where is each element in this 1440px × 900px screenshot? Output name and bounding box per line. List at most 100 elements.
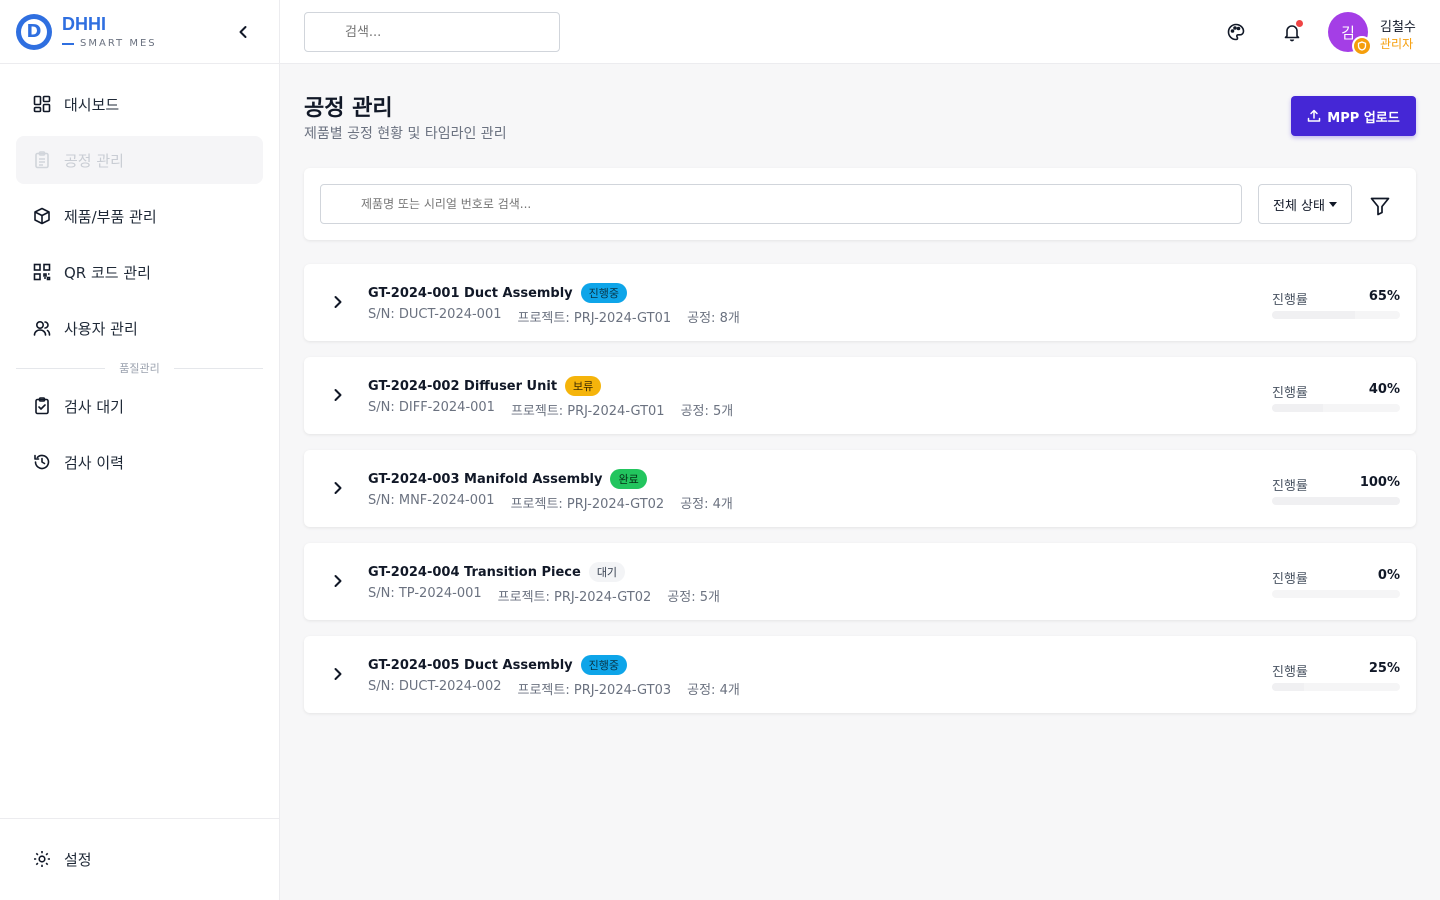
product-name: GT-2024-005 Duct Assembly bbox=[368, 657, 573, 673]
sidebar-item-process[interactable]: 공정 관리 bbox=[16, 136, 263, 184]
sidebar-item-label: 검사 대기 bbox=[64, 397, 124, 416]
progress-label: 진행률 bbox=[1272, 386, 1308, 401]
notifications-button[interactable] bbox=[1282, 20, 1303, 42]
clipboard-icon bbox=[32, 150, 52, 170]
status-badge: 완료 bbox=[610, 469, 647, 489]
progress-label: 진행률 bbox=[1272, 479, 1308, 494]
product-name: GT-2024-001 Duct Assembly bbox=[368, 285, 573, 301]
status-filter-select[interactable]: 전체 상태 bbox=[1258, 184, 1352, 224]
logo-letter: D bbox=[21, 18, 47, 45]
admin-shield-icon bbox=[1352, 36, 1372, 56]
step-count: 공정: 5개 bbox=[680, 404, 734, 419]
sidebar-item-dashboard[interactable]: 대시보드 bbox=[16, 80, 263, 128]
section-label: 품질관리 bbox=[119, 362, 160, 375]
progress-value: 100% bbox=[1359, 475, 1400, 490]
status-badge: 진행중 bbox=[580, 283, 628, 303]
qr-icon bbox=[32, 262, 52, 282]
theme-button[interactable] bbox=[1226, 22, 1246, 42]
progress-bar bbox=[1272, 311, 1400, 319]
filter-button[interactable] bbox=[1368, 194, 1392, 218]
dashboard-icon bbox=[32, 94, 52, 114]
users-icon bbox=[32, 318, 52, 338]
status-filter-label: 전체 상태 bbox=[1273, 198, 1325, 214]
progress-value: 40% bbox=[1368, 382, 1400, 397]
progress-value: 0% bbox=[1377, 568, 1400, 583]
global-search-input[interactable] bbox=[304, 12, 560, 52]
progress-label: 진행률 bbox=[1272, 665, 1308, 680]
project-code: 프로젝트: PRJ-2024-GT01 bbox=[517, 311, 672, 326]
step-count: 공정: 5개 bbox=[667, 590, 720, 605]
progress-fill bbox=[1272, 404, 1324, 412]
sidebar-item-label: 사용자 관리 bbox=[64, 319, 138, 338]
progress-fill bbox=[1272, 311, 1356, 319]
user-name: 김철수 bbox=[1380, 20, 1416, 35]
sidebar-item-label: QR 코드 관리 bbox=[64, 263, 151, 282]
chevron-right-icon bbox=[334, 389, 342, 401]
sidebar-item-label: 제품/부품 관리 bbox=[64, 207, 157, 226]
history-icon bbox=[32, 452, 52, 472]
expand-row-button[interactable] bbox=[328, 385, 348, 405]
process-row[interactable]: GT-2024-001 Duct Assembly 진행중 S/N: DUCT-… bbox=[304, 264, 1416, 341]
brand-subtitle: SMART MES bbox=[80, 38, 157, 49]
process-row[interactable]: GT-2024-002 Diffuser Unit 보류 S/N: DIFF-2… bbox=[304, 357, 1416, 434]
process-row[interactable]: GT-2024-005 Duct Assembly 진행중 S/N: DUCT-… bbox=[304, 636, 1416, 713]
serial-number: S/N: TP-2024-001 bbox=[368, 586, 482, 601]
status-badge: 보류 bbox=[565, 376, 602, 396]
sidebar-item-qr[interactable]: QR 코드 관리 bbox=[16, 248, 263, 296]
serial-number: S/N: DUCT-2024-001 bbox=[368, 307, 502, 322]
sidebar-item-products[interactable]: 제품/부품 관리 bbox=[16, 192, 263, 240]
notification-dot bbox=[1296, 20, 1303, 27]
project-code: 프로젝트: PRJ-2024-GT01 bbox=[510, 404, 665, 419]
progress-bar bbox=[1272, 404, 1400, 412]
section-divider: 품질관리 bbox=[16, 360, 264, 376]
user-role: 관리자 bbox=[1380, 37, 1414, 51]
gear-icon bbox=[32, 849, 52, 869]
status-badge: 진행중 bbox=[580, 655, 628, 675]
sidebar-item-label: 공정 관리 bbox=[64, 151, 124, 170]
box-icon bbox=[32, 206, 52, 226]
expand-row-button[interactable] bbox=[328, 292, 348, 312]
sidebar: D DHHI SMART MES 대시보드 공정 관리 제품/부품 관리 QR … bbox=[0, 0, 280, 900]
caret-down-icon bbox=[1328, 201, 1337, 207]
brand-name: DHHI bbox=[62, 14, 106, 34]
progress-bar bbox=[1272, 683, 1400, 691]
expand-row-button[interactable] bbox=[328, 571, 348, 591]
status-badge: 대기 bbox=[588, 562, 626, 582]
product-search-input[interactable] bbox=[320, 184, 1242, 224]
sidebar-item-label: 설정 bbox=[64, 850, 92, 869]
sidebar-item-label: 검사 이력 bbox=[64, 453, 124, 472]
sidebar-item-inspection-pending[interactable]: 검사 대기 bbox=[16, 382, 263, 430]
process-row[interactable]: GT-2024-004 Transition Piece 대기 S/N: TP-… bbox=[304, 543, 1416, 620]
product-name: GT-2024-002 Diffuser Unit bbox=[368, 378, 558, 394]
product-name: GT-2024-004 Transition Piece bbox=[368, 564, 581, 580]
serial-number: S/N: DUCT-2024-002 bbox=[368, 679, 502, 694]
chevron-right-icon bbox=[334, 575, 342, 587]
upload-icon bbox=[1308, 109, 1321, 122]
sidebar-item-settings[interactable]: 설정 bbox=[16, 835, 263, 883]
sidebar-item-users[interactable]: 사용자 관리 bbox=[16, 304, 263, 352]
progress-bar bbox=[1272, 497, 1400, 505]
project-code: 프로젝트: PRJ-2024-GT03 bbox=[517, 683, 672, 698]
serial-number: S/N: DIFF-2024-001 bbox=[368, 400, 495, 415]
progress-fill bbox=[1272, 497, 1400, 505]
logo: D bbox=[16, 13, 52, 50]
avatar[interactable]: 김 bbox=[1328, 12, 1372, 56]
progress-label: 진행률 bbox=[1272, 572, 1308, 587]
expand-row-button[interactable] bbox=[328, 478, 348, 498]
mpp-upload-button[interactable]: MPP 업로드 bbox=[1291, 96, 1416, 136]
progress-value: 65% bbox=[1368, 289, 1400, 304]
filter-icon bbox=[1370, 197, 1390, 216]
project-code: 프로젝트: PRJ-2024-GT02 bbox=[510, 497, 665, 512]
sidebar-nav: 대시보드 공정 관리 제품/부품 관리 QR 코드 관리 사용자 관리 품질관리… bbox=[0, 64, 279, 510]
product-name: GT-2024-003 Manifold Assembly bbox=[368, 471, 603, 487]
chevron-right-icon bbox=[334, 482, 342, 494]
filter-bar: 전체 상태 bbox=[304, 168, 1416, 240]
upload-label: MPP 업로드 bbox=[1327, 110, 1400, 126]
page-title: 공정 관리 bbox=[304, 96, 393, 121]
chevron-right-icon bbox=[334, 668, 342, 680]
collapse-sidebar-button[interactable] bbox=[233, 22, 253, 42]
expand-row-button[interactable] bbox=[328, 664, 348, 684]
sidebar-item-inspection-history[interactable]: 검사 이력 bbox=[16, 438, 263, 486]
process-row[interactable]: GT-2024-003 Manifold Assembly 완료 S/N: MN… bbox=[304, 450, 1416, 527]
palette-icon bbox=[1227, 23, 1245, 41]
